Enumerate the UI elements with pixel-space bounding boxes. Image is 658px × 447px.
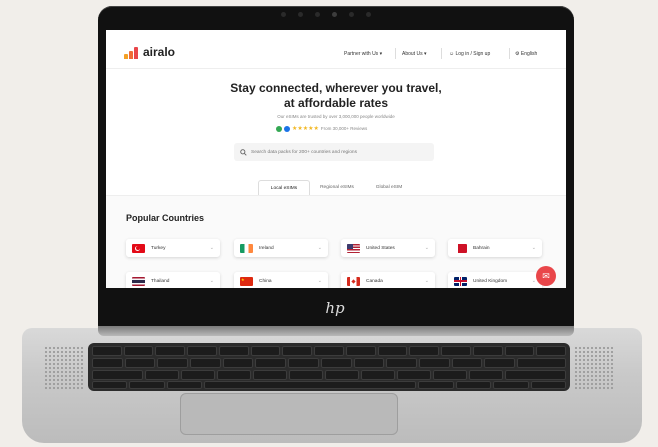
camera-dot bbox=[281, 12, 286, 17]
popular-countries-title: Popular Countries bbox=[126, 213, 205, 223]
esim-tabs: Local eSIMs Regional eSIMs Global eSIM bbox=[258, 180, 418, 197]
chevron-down-icon: ⌄ bbox=[209, 245, 214, 251]
us-flag-icon bbox=[347, 243, 360, 253]
camera-dot bbox=[366, 12, 371, 17]
laptop-hinge bbox=[98, 326, 574, 336]
chevron-down-icon: ⌄ bbox=[209, 278, 214, 284]
hp-logo: hp bbox=[325, 299, 345, 317]
uk-flag-icon bbox=[454, 276, 467, 286]
airalo-logo[interactable]: airalo bbox=[124, 45, 175, 59]
nav-divider bbox=[441, 48, 442, 59]
ireland-flag-icon bbox=[240, 243, 253, 253]
nav-about[interactable]: About Us ▾ bbox=[402, 51, 426, 57]
speaker-grille-right bbox=[574, 346, 614, 390]
rating-text: From 30,000+ Reviews bbox=[320, 126, 368, 131]
keyboard bbox=[88, 343, 570, 391]
country-card-thailand[interactable]: Thailand ⌄ bbox=[126, 272, 220, 288]
chevron-down-icon: ⌄ bbox=[424, 278, 429, 284]
nav-language[interactable]: ⚙ English bbox=[515, 51, 537, 57]
country-card-united-states[interactable]: United States ⌄ bbox=[341, 239, 435, 257]
globe-icon: ⚙ bbox=[515, 51, 520, 57]
hero-title-line1: Stay connected, wherever you travel, bbox=[230, 81, 442, 95]
nav-partner[interactable]: Partner with Us ▾ bbox=[344, 51, 382, 57]
country-card-china[interactable]: ★ China ⌄ bbox=[234, 272, 328, 288]
country-card-united-kingdom[interactable]: United Kingdom ⌄ bbox=[448, 272, 542, 288]
country-card-bahrain[interactable]: Bahrain ⌄ bbox=[448, 239, 542, 257]
rating-row: ★★★★★ From 30,000+ Reviews bbox=[276, 125, 367, 132]
country-name: Bahrain bbox=[473, 245, 490, 251]
camera-dot bbox=[298, 12, 303, 17]
app-store-icon[interactable] bbox=[284, 125, 290, 132]
nav-login[interactable]: ☺ Log in / Sign up bbox=[449, 51, 490, 57]
search-input[interactable]: Search data packs for 200+ countries and… bbox=[234, 143, 434, 161]
camera-dot bbox=[349, 12, 354, 17]
user-icon: ☺ bbox=[449, 51, 455, 57]
chevron-down-icon: ⌄ bbox=[531, 245, 536, 251]
country-name: Ireland bbox=[259, 245, 274, 251]
chevron-down-icon: ⌄ bbox=[424, 245, 429, 251]
hero-title-line2: at affordable rates bbox=[283, 96, 389, 110]
country-card-canada[interactable]: Canada ⌄ bbox=[341, 272, 435, 288]
thailand-flag-icon bbox=[132, 276, 145, 286]
chat-icon[interactable]: ✉ bbox=[536, 266, 556, 286]
search-icon bbox=[240, 148, 247, 156]
camera-lens bbox=[332, 12, 337, 17]
top-nav: airalo Partner with Us ▾ About Us ▾ ☺ Lo… bbox=[106, 30, 566, 69]
trust-text: Our eSIMs are trusted by over 3,000,000 … bbox=[277, 114, 395, 119]
speaker-grille-left bbox=[44, 346, 84, 390]
tab-regional-esims[interactable]: Regional eSIMs bbox=[312, 180, 362, 196]
logo-bars-icon bbox=[124, 46, 140, 59]
china-flag-icon: ★ bbox=[240, 276, 253, 286]
chevron-down-icon: ⌄ bbox=[317, 245, 322, 251]
country-name: Turkey bbox=[151, 245, 166, 251]
chevron-down-icon: ⌄ bbox=[531, 278, 536, 284]
country-name: Thailand bbox=[151, 278, 170, 284]
browser-screen: airalo Partner with Us ▾ About Us ▾ ☺ Lo… bbox=[106, 30, 566, 288]
stars-icon: ★★★★★ bbox=[292, 126, 319, 132]
chevron-down-icon: ⌄ bbox=[317, 278, 322, 284]
country-card-turkey[interactable]: Turkey ⌄ bbox=[126, 239, 220, 257]
logo-text: airalo bbox=[143, 45, 176, 59]
nav-divider bbox=[509, 48, 510, 59]
country-name: China bbox=[259, 278, 272, 284]
tab-global-esim[interactable]: Global eSIM bbox=[366, 180, 412, 196]
country-name: United States bbox=[366, 245, 395, 251]
country-name: Canada bbox=[366, 278, 383, 284]
turkey-flag-icon bbox=[132, 243, 145, 253]
trackpad bbox=[180, 393, 398, 435]
search-placeholder: Search data packs for 200+ countries and… bbox=[251, 149, 357, 155]
camera-dot bbox=[315, 12, 320, 17]
canada-flag-icon bbox=[347, 276, 360, 286]
nav-login-label: Log in / Sign up bbox=[455, 51, 491, 57]
bahrain-flag-icon bbox=[454, 243, 467, 253]
nav-language-label: English bbox=[520, 51, 538, 57]
nav-divider bbox=[395, 48, 396, 59]
laptop: airalo Partner with Us ▾ About Us ▾ ☺ Lo… bbox=[0, 0, 658, 447]
google-play-icon[interactable] bbox=[276, 125, 282, 132]
country-card-ireland[interactable]: Ireland ⌄ bbox=[234, 239, 328, 257]
country-name: United Kingdom bbox=[473, 278, 508, 284]
